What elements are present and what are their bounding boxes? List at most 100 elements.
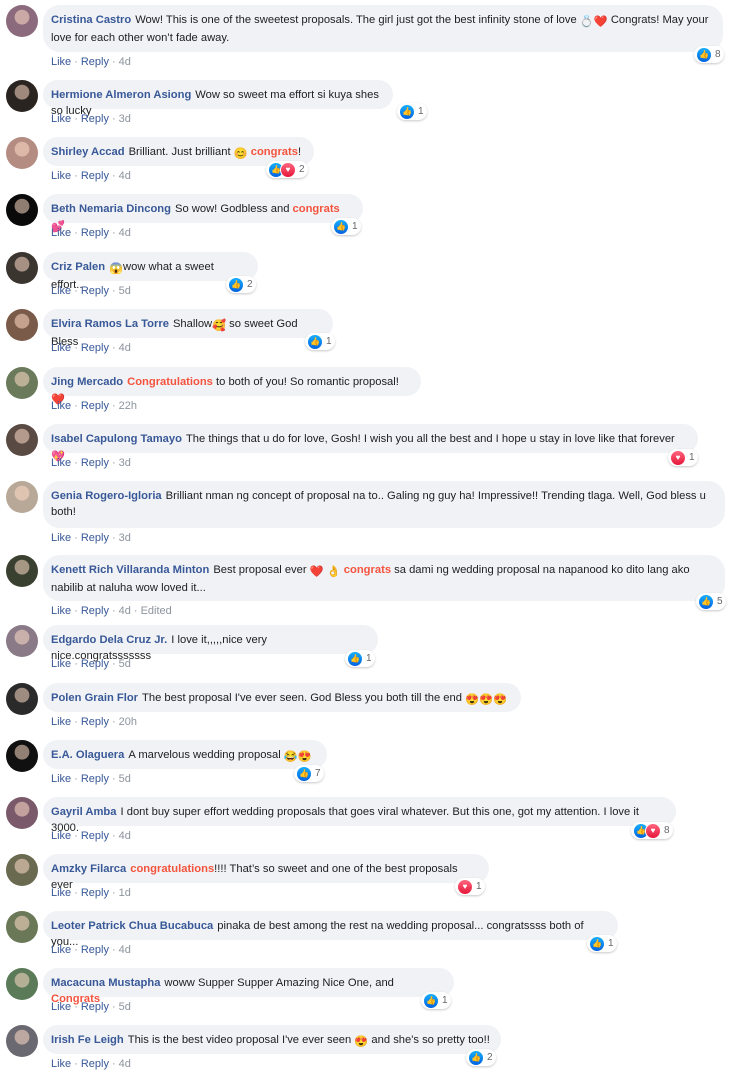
reaction-summary[interactable]: 👍 7 [294, 765, 324, 782]
reply-button[interactable]: Reply [81, 773, 109, 785]
commenter-name[interactable]: Leoter Patrick Chua Bucabuca [51, 920, 213, 932]
commenter-name[interactable]: Gayril Amba [51, 806, 117, 818]
timestamp[interactable]: 4d [119, 605, 131, 617]
timestamp[interactable]: 4d [119, 227, 131, 239]
commenter-name[interactable]: Isabel Capulong Tamayo [51, 433, 182, 445]
timestamp[interactable]: 4d [119, 56, 131, 68]
reaction-summary[interactable]: 👍 5 [696, 593, 726, 610]
like-button[interactable]: Like [51, 830, 71, 842]
commenter-name[interactable]: Elvira Ramos La Torre [51, 318, 169, 330]
like-button[interactable]: Like [51, 285, 71, 297]
timestamp[interactable]: 4d [119, 830, 131, 842]
like-button[interactable]: Like [51, 1001, 71, 1013]
timestamp[interactable]: 4d [119, 342, 131, 354]
commenter-name[interactable]: Hermione Almeron Asiong [51, 89, 191, 101]
like-button[interactable]: Like [51, 605, 71, 617]
like-button[interactable]: Like [51, 887, 71, 899]
like-button[interactable]: Like [51, 342, 71, 354]
reaction-summary[interactable]: ♥ 1 [668, 449, 698, 466]
commenter-name[interactable]: Polen Grain Flor [51, 692, 138, 704]
hashtag-link[interactable]: congrats [293, 203, 340, 215]
reply-button[interactable]: Reply [81, 887, 109, 899]
reply-button[interactable]: Reply [81, 658, 109, 670]
reply-button[interactable]: Reply [81, 227, 109, 239]
timestamp[interactable]: 5d [119, 773, 131, 785]
timestamp[interactable]: 4d [119, 944, 131, 956]
reply-button[interactable]: Reply [81, 1058, 109, 1070]
avatar[interactable] [6, 740, 38, 772]
commenter-name[interactable]: Macacuna Mustapha [51, 977, 160, 989]
like-button[interactable]: Like [51, 113, 71, 125]
timestamp[interactable]: 5d [119, 658, 131, 670]
commenter-name[interactable]: Jing Mercado [51, 376, 123, 388]
timestamp[interactable]: 5d [119, 285, 131, 297]
like-button[interactable]: Like [51, 1058, 71, 1070]
reply-button[interactable]: Reply [81, 170, 109, 182]
commenter-name[interactable]: Kenett Rich Villaranda Minton [51, 564, 209, 576]
reaction-summary[interactable]: 👍 ♥ 2 [266, 161, 308, 178]
like-button[interactable]: Like [51, 400, 71, 412]
reply-button[interactable]: Reply [81, 830, 109, 842]
commenter-name[interactable]: Criz Palen [51, 261, 105, 273]
reaction-summary[interactable]: 👍 ♥ 8 [631, 822, 673, 839]
commenter-name[interactable]: Irish Fe Leigh [51, 1034, 124, 1046]
reply-button[interactable]: Reply [81, 400, 109, 412]
reaction-summary[interactable]: 👍 2 [466, 1049, 496, 1066]
timestamp[interactable]: 3d [119, 113, 131, 125]
reply-button[interactable]: Reply [81, 605, 109, 617]
avatar[interactable] [6, 555, 38, 587]
avatar[interactable] [6, 367, 38, 399]
commenter-name[interactable]: Beth Nemaria Dincong [51, 203, 171, 215]
reply-button[interactable]: Reply [81, 342, 109, 354]
edited-label[interactable]: Edited [141, 605, 172, 617]
avatar[interactable] [6, 911, 38, 943]
reply-button[interactable]: Reply [81, 532, 109, 544]
reaction-summary[interactable]: 👍 1 [587, 935, 617, 952]
timestamp[interactable]: 3d [119, 457, 131, 469]
avatar[interactable] [6, 625, 38, 657]
like-button[interactable]: Like [51, 457, 71, 469]
avatar[interactable] [6, 854, 38, 886]
avatar[interactable] [6, 968, 38, 1000]
timestamp[interactable]: 3d [119, 532, 131, 544]
commenter-name[interactable]: Edgardo Dela Cruz Jr. [51, 634, 167, 646]
reaction-summary[interactable]: 👍 1 [397, 103, 427, 120]
like-button[interactable]: Like [51, 532, 71, 544]
commenter-name[interactable]: Shirley Accad [51, 146, 125, 158]
reply-button[interactable]: Reply [81, 457, 109, 469]
avatar[interactable] [6, 5, 38, 37]
avatar[interactable] [6, 481, 38, 513]
like-button[interactable]: Like [51, 170, 71, 182]
reaction-summary[interactable]: 👍 1 [331, 218, 361, 235]
avatar[interactable] [6, 424, 38, 456]
commenter-name[interactable]: Amzky Filarca [51, 863, 126, 875]
reply-button[interactable]: Reply [81, 944, 109, 956]
reaction-summary[interactable]: 👍 2 [226, 276, 256, 293]
hashtag-link[interactable]: Congratulations [127, 376, 213, 388]
hashtag-link[interactable]: congrats [251, 146, 298, 158]
avatar[interactable] [6, 797, 38, 829]
reaction-summary[interactable]: 👍 1 [421, 992, 451, 1009]
reaction-summary[interactable]: ♥ 1 [455, 878, 485, 895]
avatar[interactable] [6, 1025, 38, 1057]
hashtag-link[interactable]: congratulations [130, 863, 214, 875]
reaction-summary[interactable]: 👍 1 [305, 333, 335, 350]
like-button[interactable]: Like [51, 716, 71, 728]
avatar[interactable] [6, 252, 38, 284]
avatar[interactable] [6, 80, 38, 112]
commenter-name[interactable]: Cristina Castro [51, 14, 131, 26]
reply-button[interactable]: Reply [81, 285, 109, 297]
like-button[interactable]: Like [51, 56, 71, 68]
reply-button[interactable]: Reply [81, 113, 109, 125]
like-button[interactable]: Like [51, 227, 71, 239]
avatar[interactable] [6, 194, 38, 226]
reaction-summary[interactable]: 👍 8 [694, 46, 724, 63]
commenter-name[interactable]: Genia Rogero-Igloria [51, 490, 162, 502]
timestamp[interactable]: 5d [119, 1001, 131, 1013]
timestamp[interactable]: 4d [119, 170, 131, 182]
like-button[interactable]: Like [51, 773, 71, 785]
avatar[interactable] [6, 683, 38, 715]
avatar[interactable] [6, 137, 38, 169]
reply-button[interactable]: Reply [81, 1001, 109, 1013]
like-button[interactable]: Like [51, 658, 71, 670]
